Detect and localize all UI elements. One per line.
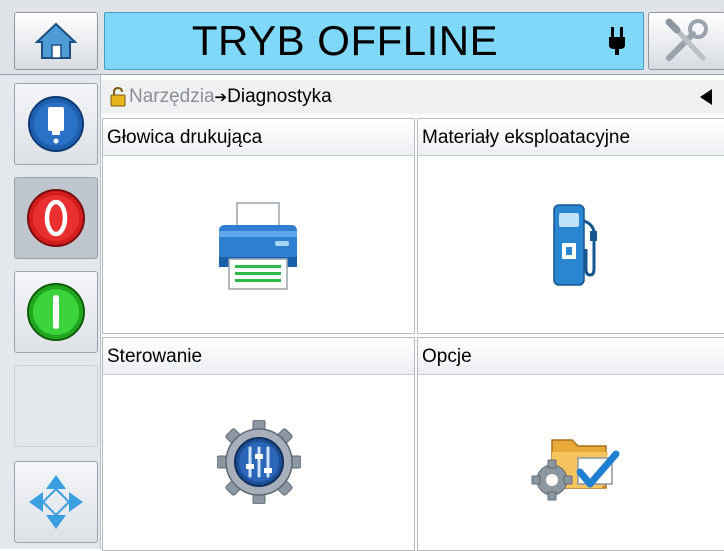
empty-slot xyxy=(14,365,98,447)
tile-consumables[interactable]: Materiały eksploatacyjne xyxy=(417,118,724,334)
home-icon xyxy=(35,22,77,59)
status-title: TRYB OFFLINE xyxy=(191,17,499,64)
back-arrow-icon[interactable] xyxy=(700,89,712,105)
breadcrumb-separator: ➔ xyxy=(214,89,228,106)
home-button[interactable] xyxy=(14,12,98,70)
breadcrumb-current: Diagnostyka xyxy=(227,86,332,107)
folder-options-icon xyxy=(531,439,620,501)
stop-icon xyxy=(27,189,85,247)
tile-label: Głowica drukująca xyxy=(107,127,263,148)
tile-control[interactable]: Sterowanie xyxy=(102,337,415,551)
lock-icon xyxy=(110,87,126,107)
printer-icon xyxy=(219,202,297,290)
ink-cartridge-icon xyxy=(28,96,84,152)
app-window: TRYB OFFLINE Narzędzia➔Diagnostyka Głowi… xyxy=(0,0,724,551)
tools-button[interactable] xyxy=(648,12,724,70)
status-banner[interactable]: TRYB OFFLINE xyxy=(104,12,644,70)
tile-printhead[interactable]: Głowica drukująca xyxy=(102,118,415,334)
breadcrumb: Narzędzia➔Diagnostyka xyxy=(101,80,724,114)
tile-label: Sterowanie xyxy=(107,346,203,367)
fuel-pump-icon xyxy=(553,204,597,286)
gear-controls-icon xyxy=(217,420,301,504)
plug-icon xyxy=(609,27,625,55)
ink-drop-button[interactable] xyxy=(14,83,98,165)
sidebar xyxy=(0,75,101,549)
tile-label: Materiały eksploatacyjne xyxy=(422,127,631,148)
navigation-button[interactable] xyxy=(14,461,98,543)
tile-options[interactable]: Opcje xyxy=(417,337,724,551)
tools-icon xyxy=(665,18,708,61)
breadcrumb-parent[interactable]: Narzędzia xyxy=(129,86,215,107)
start-button[interactable] xyxy=(14,271,98,353)
start-icon xyxy=(27,283,85,341)
four-way-arrow-icon xyxy=(29,475,83,529)
tile-label: Opcje xyxy=(422,346,472,367)
stop-button[interactable] xyxy=(14,177,98,259)
top-bar: TRYB OFFLINE xyxy=(0,0,724,75)
